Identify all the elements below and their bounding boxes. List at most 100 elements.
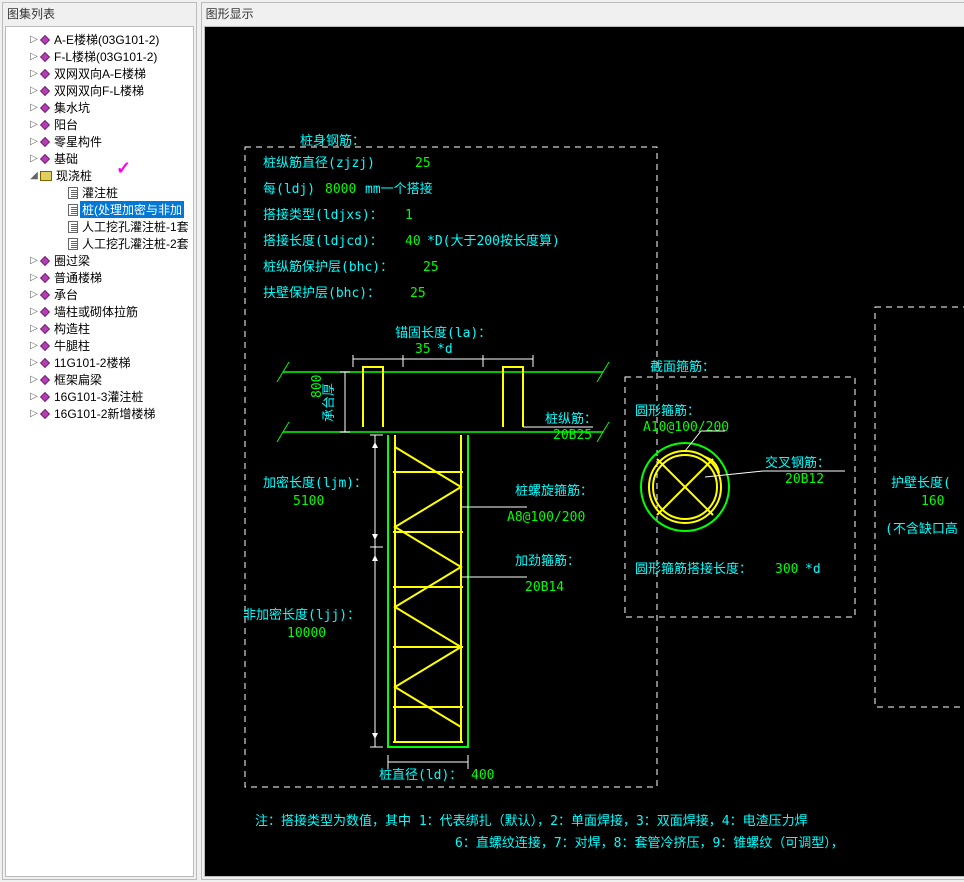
tree-item-label: 零星构件 xyxy=(52,133,104,150)
expander-icon[interactable]: ▷ xyxy=(28,289,40,300)
diamond-icon xyxy=(40,273,50,283)
diagram-panel-title: 图形显示 xyxy=(202,3,964,24)
expander-icon[interactable]: ▷ xyxy=(28,340,40,351)
diamond-icon xyxy=(40,358,50,368)
doc-icon xyxy=(68,238,78,250)
group1-title: 桩身钢筋： xyxy=(300,133,365,149)
book-icon xyxy=(40,171,52,181)
hb-note: (不含缺口高 xyxy=(885,521,958,537)
stiff-label: 加劲箍筋： xyxy=(515,553,580,569)
hb-len-label: 护壁长度( xyxy=(891,475,951,491)
cross-bar-value: 20B12 xyxy=(785,472,824,487)
param-suffix: *D(大于200按长度算) xyxy=(427,233,560,249)
tree-list[interactable]: ✓ ▷A-E楼梯(03G101-2)▷F-L楼梯(03G101-2)▷双网双向A… xyxy=(5,26,194,877)
tree-item[interactable]: ▷ 16G101-2新增楼梯 xyxy=(8,405,191,422)
lap-len-label: 圆形箍筋搭接长度： xyxy=(635,561,752,577)
tree-item[interactable]: ▷F-L楼梯(03G101-2) xyxy=(8,48,191,65)
tree-item-label: 桩(处理加密与非加 xyxy=(80,201,184,218)
expander-icon[interactable]: ▷ xyxy=(28,357,40,368)
pile-dia-label: 桩直径(ld)： xyxy=(379,768,462,783)
expander-icon[interactable]: ◢ xyxy=(28,170,40,181)
expander-icon[interactable]: ▷ xyxy=(28,51,40,62)
expander-icon[interactable]: ▷ xyxy=(28,323,40,334)
tree-item[interactable]: ▷ 普通楼梯 xyxy=(8,269,191,286)
param-value: 25 xyxy=(423,260,439,275)
expander-icon[interactable]: ▷ xyxy=(28,408,40,419)
diamond-icon xyxy=(40,35,50,45)
tree-item[interactable]: ▷ 零星构件 xyxy=(8,133,191,150)
tree-item[interactable]: ▷ 11G101-2楼梯 xyxy=(8,354,191,371)
spiral-label: 桩螺旋箍筋： xyxy=(515,483,593,499)
tree-item-label: 16G101-3灌注桩 xyxy=(52,388,145,405)
param-value: 25 xyxy=(415,156,431,171)
anchor-len-label: 锚固长度(la)： xyxy=(395,325,491,341)
tree-item[interactable]: ▷ 框架扁梁 xyxy=(8,371,191,388)
tree-item[interactable]: ▷ 16G101-3灌注桩 xyxy=(8,388,191,405)
doc-icon xyxy=(68,221,78,233)
tree-item[interactable]: ▷ 承台 xyxy=(8,286,191,303)
anchor-len-suffix: *d xyxy=(437,342,453,357)
note-line-1: 注：搭接类型为数值，其中 1：代表绑扎（默认），2：单面焊接，3：双面焊接，4：… xyxy=(255,813,808,829)
expander-icon[interactable]: ▷ xyxy=(28,119,40,130)
tree-item[interactable]: 桩(处理加密与非加 xyxy=(8,201,191,218)
expander-icon[interactable]: ▷ xyxy=(28,102,40,113)
diamond-icon xyxy=(40,324,50,334)
group3-box xyxy=(875,307,964,707)
tree-item[interactable]: ▷双网双向A-E楼梯 xyxy=(8,65,191,82)
tree-item[interactable]: ◢现浇桩 xyxy=(8,167,191,184)
tree-item[interactable]: ▷ 圈过梁 xyxy=(8,252,191,269)
tree-item[interactable]: ▷阳台 xyxy=(8,116,191,133)
diamond-icon xyxy=(40,154,50,164)
tree-item[interactable]: ▷构造柱 xyxy=(8,320,191,337)
tree-item[interactable]: ▷ 双网双向F-L楼梯 xyxy=(8,82,191,99)
tree-item-label: 16G101-2新增楼梯 xyxy=(52,405,157,422)
tree-panel: 图集列表 ✓ ▷A-E楼梯(03G101-2)▷F-L楼梯(03G101-2)▷… xyxy=(2,2,197,880)
tree-item[interactable]: ▷集水坑 xyxy=(8,99,191,116)
tree-item-label: 框架扁梁 xyxy=(52,371,104,388)
expander-icon[interactable]: ▷ xyxy=(28,306,40,317)
lap-len-value: 300 xyxy=(775,562,798,577)
hb-len-value: 160 xyxy=(921,494,944,509)
dense-len-value: 5100 xyxy=(293,494,324,509)
tree-item-label: 承台 xyxy=(52,286,80,303)
tree-item-label: 双网双向F-L楼梯 xyxy=(52,82,146,99)
expander-icon[interactable]: ▷ xyxy=(28,85,40,96)
param-label: 扶壁保护层(bhc)： xyxy=(263,286,380,301)
diagram-viewport[interactable]: 桩身钢筋： 桩纵筋直径(zjzj) 25 每(ldj) 8000 mm一个搭接 … xyxy=(204,26,964,877)
expander-icon[interactable]: ▷ xyxy=(28,68,40,79)
tree-item-label: 普通楼梯 xyxy=(52,269,104,286)
stiff-value: 20B14 xyxy=(525,580,564,595)
diamond-icon xyxy=(40,375,50,385)
diamond-icon xyxy=(40,392,50,402)
tree-item[interactable]: ▷A-E楼梯(03G101-2) xyxy=(8,31,191,48)
param-value: 1 xyxy=(405,208,413,223)
tree-item[interactable]: ▷基础 xyxy=(8,150,191,167)
tree-item-label: 圈过梁 xyxy=(52,252,92,269)
diamond-icon xyxy=(40,341,50,351)
diamond-icon xyxy=(40,103,50,113)
diamond-icon xyxy=(40,307,50,317)
tree-item[interactable]: 人工挖孔灌注桩-1套 xyxy=(8,218,191,235)
expander-icon[interactable]: ▷ xyxy=(28,272,40,283)
param-label: 搭接类型(ldjxs)： xyxy=(263,207,383,223)
expander-icon[interactable]: ▷ xyxy=(28,136,40,147)
tree-item[interactable]: 灌注桩 xyxy=(8,184,191,201)
tree-panel-title: 图集列表 xyxy=(3,3,196,24)
expander-icon[interactable]: ▷ xyxy=(28,34,40,45)
param-value: 25 xyxy=(410,286,426,301)
tree-item[interactable]: ▷ 墙柱或砌体拉筋 xyxy=(8,303,191,320)
expander-icon[interactable]: ▷ xyxy=(28,374,40,385)
tree-item-label: 墙柱或砌体拉筋 xyxy=(52,303,140,320)
doc-icon xyxy=(68,204,78,216)
expander-icon[interactable]: ▷ xyxy=(28,153,40,164)
tree-item[interactable]: 人工挖孔灌注桩-2套 xyxy=(8,235,191,252)
tree-item[interactable]: ▷牛腿柱 xyxy=(8,337,191,354)
param-label: 桩纵筋直径(zjzj) xyxy=(263,155,375,171)
param-label: 搭接长度(ldjcd)： xyxy=(263,233,383,249)
note-line-2: 6：直螺纹连接，7：对焊，8：套管冷挤压，9：锥螺纹（可调型）， xyxy=(455,835,844,851)
diamond-icon xyxy=(40,137,50,147)
tree-item-label: 11G101-2楼梯 xyxy=(52,354,132,371)
expander-icon[interactable]: ▷ xyxy=(28,391,40,402)
long-bar-value: 20B25 xyxy=(553,428,592,443)
expander-icon[interactable]: ▷ xyxy=(28,255,40,266)
